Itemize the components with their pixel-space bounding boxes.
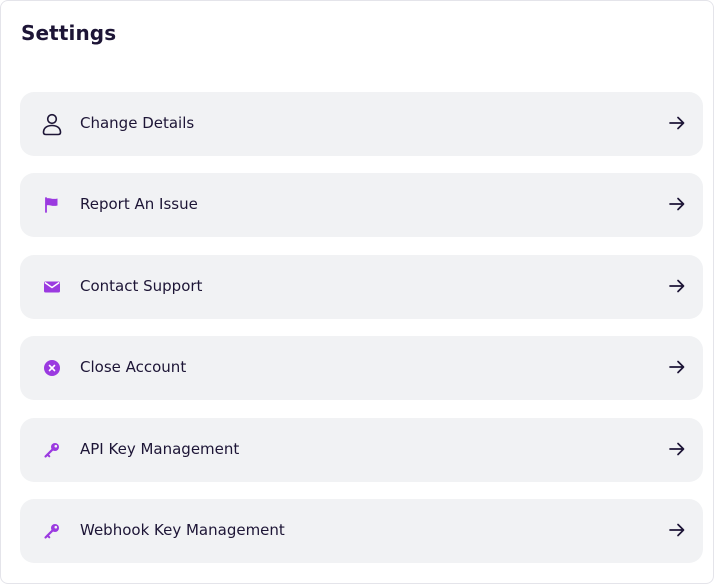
settings-item-close-account[interactable]: Close Account: [20, 336, 703, 400]
settings-item-api-key-management[interactable]: API Key Management: [20, 418, 703, 482]
settings-item-contact-support[interactable]: Contact Support: [20, 255, 703, 319]
settings-item-label: API Key Management: [80, 440, 240, 458]
mail-icon: [40, 275, 64, 299]
arrow-right-icon: [667, 439, 687, 459]
arrow-right-icon: [667, 520, 687, 540]
settings-item-label: Change Details: [80, 114, 195, 132]
settings-item-report-issue[interactable]: Report An Issue: [20, 173, 703, 237]
page-title: Settings: [21, 21, 117, 45]
close-circle-icon: [40, 356, 64, 380]
settings-panel: Settings Change Details Report An Issue: [0, 0, 714, 584]
user-icon: [40, 112, 64, 136]
settings-item-label: Webhook Key Management: [80, 521, 285, 539]
key-icon: [40, 519, 64, 543]
settings-item-change-details[interactable]: Change Details: [20, 92, 703, 156]
settings-item-label: Contact Support: [80, 277, 203, 295]
settings-item-label: Report An Issue: [80, 195, 198, 213]
flag-icon: [40, 193, 64, 217]
settings-item-label: Close Account: [80, 358, 187, 376]
arrow-right-icon: [667, 113, 687, 133]
key-icon: [40, 438, 64, 462]
arrow-right-icon: [667, 357, 687, 377]
settings-item-webhook-key-management[interactable]: Webhook Key Management: [20, 499, 703, 563]
arrow-right-icon: [667, 276, 687, 296]
arrow-right-icon: [667, 194, 687, 214]
